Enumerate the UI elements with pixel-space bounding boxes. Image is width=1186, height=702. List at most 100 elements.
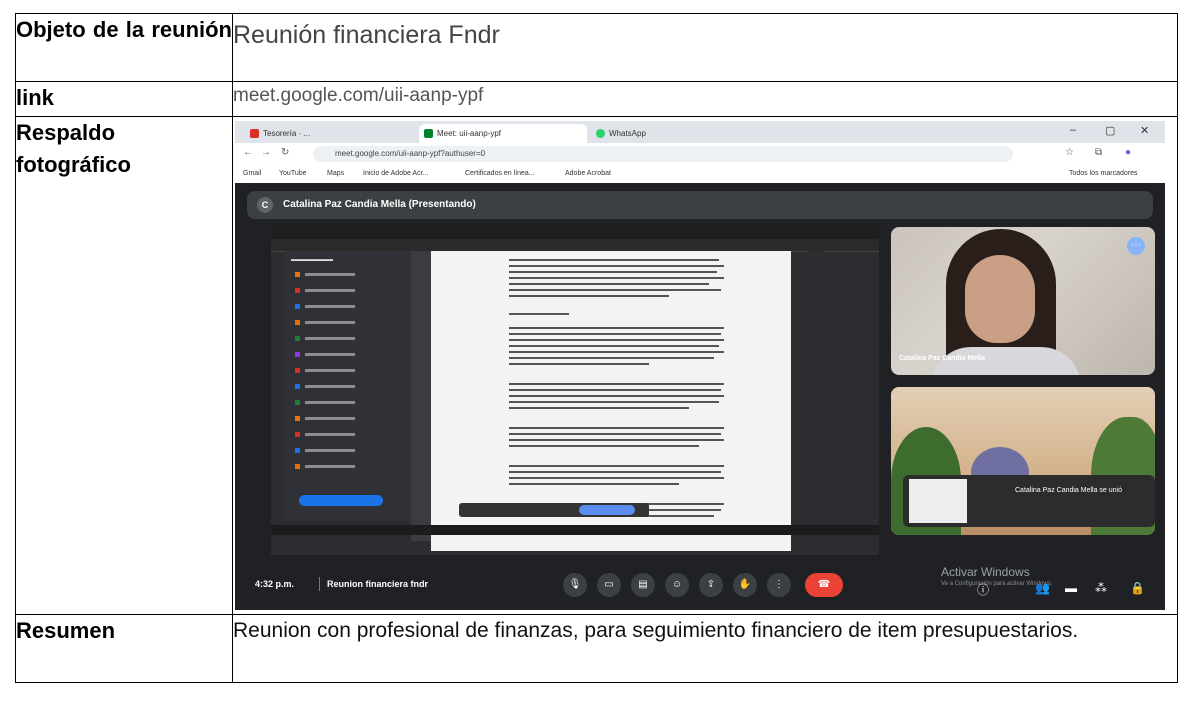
emoji-icon[interactable]: ☺ (665, 573, 689, 597)
minimize-icon[interactable]: – (1070, 124, 1076, 136)
document-text-line (509, 477, 724, 479)
shared-notification (459, 503, 649, 517)
tool-label (305, 305, 355, 308)
extensions-icon[interactable]: ⧉ (1095, 147, 1102, 158)
tool-label (305, 289, 355, 292)
tool-icon (295, 416, 300, 421)
activities-icon[interactable]: ⁂ (1095, 581, 1107, 595)
close-icon[interactable]: ✕ (1140, 124, 1149, 137)
tool-row (295, 383, 385, 390)
tab-whatsapp[interactable]: WhatsApp (591, 124, 761, 143)
document-text-line (509, 427, 724, 429)
document-text-line (509, 357, 714, 359)
tab-meet[interactable]: Meet: uii-aanp-ypf (419, 124, 587, 143)
mic-icon[interactable]: 🎙 (563, 573, 587, 597)
gmail-icon (250, 129, 259, 138)
participant-tile-2[interactable]: Catalina Paz Candia Mella se unió (891, 387, 1155, 535)
tool-label (305, 449, 355, 452)
forward-icon[interactable]: → (261, 147, 271, 158)
summary-label: Resumen (15, 614, 233, 683)
tools-panel-header: ▬▬▬▬▬▬▬ (291, 257, 333, 263)
document-text-line (509, 483, 679, 485)
bookmark-youtube[interactable]: YouTube (279, 165, 307, 182)
meeting-name: Reunion financiera fndr (327, 579, 429, 589)
tool-label (305, 337, 355, 340)
tool-icon (295, 304, 300, 309)
row-photo: Respaldo fotográfico Tesorería · ... Mee… (15, 116, 1178, 615)
chat-icon[interactable]: ▬ (1065, 581, 1077, 595)
bookmark-gmail[interactable]: Gmail (243, 165, 261, 182)
restore-icon[interactable]: ▢ (1105, 124, 1115, 137)
present-icon[interactable]: ⇪ (699, 573, 723, 597)
tool-label (305, 433, 355, 436)
notification-button[interactable] (579, 505, 635, 515)
document-text-line (509, 471, 721, 473)
bookmark-adobe-acrobat[interactable]: Adobe Acrobat (565, 165, 611, 182)
bookmark-all[interactable]: Todos los marcadores (1069, 165, 1137, 182)
tool-row (295, 287, 385, 294)
url-field[interactable]: meet.google.com/uii-aanp-ypf?authuser=0 (313, 146, 1013, 162)
reload-icon[interactable]: ↻ (281, 147, 289, 158)
end-call-icon[interactable]: ☎ (805, 573, 843, 597)
panel-primary-button[interactable] (299, 495, 383, 506)
tool-label (305, 465, 355, 468)
tool-row (295, 447, 385, 454)
bookmark-adobe-home[interactable]: Inicio de Adobe Acr... (363, 165, 428, 182)
document-text-line (509, 339, 724, 341)
vertical-toolbar (411, 251, 431, 541)
meeting-title: Reunión financiera Fndr (233, 21, 500, 49)
document-text-line (509, 465, 724, 467)
document-text-line (509, 351, 724, 353)
summary-text: Reunion con profesional de finanzas, par… (233, 619, 1079, 642)
tool-icon (295, 448, 300, 453)
tool-label (305, 385, 355, 388)
bookmark-maps[interactable]: Maps (327, 165, 344, 182)
tab-whatsapp-label: WhatsApp (609, 129, 646, 138)
tool-icon (295, 384, 300, 389)
right-scroll-toolbar (807, 251, 825, 551)
shared-app-titlebar (271, 225, 879, 239)
tool-row (295, 319, 385, 326)
captions-icon[interactable]: ▤ (631, 573, 655, 597)
meeting-link[interactable]: meet.google.com/uii-aanp-ypf (233, 82, 1177, 110)
tab-gmail[interactable]: Tesorería · ... (245, 124, 415, 143)
tab-meet-label: Meet: uii-aanp-ypf (437, 129, 502, 138)
tool-icon (295, 432, 300, 437)
back-icon[interactable]: ← (243, 147, 253, 158)
meet-stage: C Catalina Paz Candia Mella (Presentando… (235, 183, 1165, 610)
document-text-line (509, 271, 717, 273)
document-text-line (509, 407, 689, 409)
tool-icon (295, 368, 300, 373)
tab-gmail-label: Tesorería · ... (263, 129, 311, 138)
presenter-avatar: C (257, 197, 273, 213)
document-text-line (509, 333, 721, 335)
document-text-line (509, 439, 724, 441)
tool-row (295, 415, 385, 422)
document-text-line (509, 395, 724, 397)
people-icon[interactable]: 👥 (1035, 581, 1050, 595)
more-options-icon[interactable]: ⋯ (1127, 237, 1145, 255)
camera-icon[interactable]: ▭ (597, 573, 621, 597)
participant-tile-1[interactable]: Catalina Paz Candia Mella ⋯ (891, 227, 1155, 375)
tool-row (295, 399, 385, 406)
profile-icon[interactable]: ● (1125, 147, 1131, 158)
tools-panel: ▬▬▬▬▬▬▬ (285, 251, 411, 521)
address-bar: ← → ↻ meet.google.com/uii-aanp-ypf?authu… (235, 143, 1165, 165)
star-icon[interactable]: ☆ (1065, 147, 1074, 158)
bookmark-certificates[interactable]: Certificados en línea... (465, 165, 535, 182)
host-controls-icon[interactable]: 🔒 (1130, 581, 1145, 595)
join-toast: Catalina Paz Candia Mella se unió (903, 475, 1155, 527)
tool-row (295, 351, 385, 358)
more-icon[interactable]: ⋮ (767, 573, 791, 597)
clock: 4:32 p.m. (255, 579, 295, 589)
objective-value-cell: Reunión financiera Fndr (232, 13, 1178, 82)
shared-taskbar (271, 525, 879, 535)
meet-screenshot: Tesorería · ... Meet: uii-aanp-ypf Whats… (235, 121, 1165, 610)
row-summary: Resumen Reunion con profesional de finan… (15, 614, 1178, 683)
document-text-line (509, 433, 721, 435)
tool-row (295, 271, 385, 278)
windows-watermark: Activar Windows (941, 565, 1030, 579)
raise-hand-icon[interactable]: ✋ (733, 573, 757, 597)
info-icon[interactable]: ⓘ (977, 581, 989, 598)
toast-thumbnail (909, 479, 967, 523)
